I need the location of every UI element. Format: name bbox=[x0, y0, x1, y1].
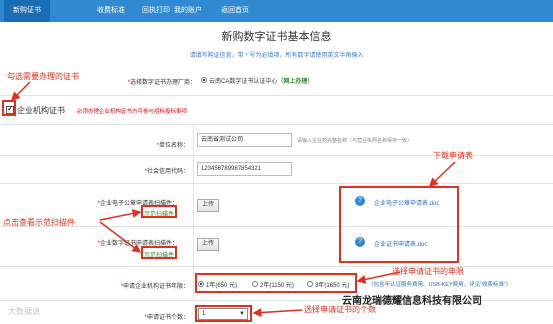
seal-upload-button[interactable]: 上传 bbox=[197, 199, 219, 212]
divider bbox=[0, 124, 553, 125]
annot-choose-cert: 勾选需要办理的证书 bbox=[7, 72, 79, 81]
tab-my-account[interactable]: 我的账户 bbox=[165, 0, 211, 22]
arrow-to-count bbox=[252, 308, 303, 318]
highlight-cert-sample bbox=[141, 246, 177, 259]
column-divider bbox=[193, 124, 194, 300]
divider bbox=[0, 95, 553, 96]
unit-name-label: *单位名称： bbox=[156, 143, 189, 149]
highlight-seal-sample bbox=[141, 205, 177, 218]
tab-fee-standard[interactable]: 收费标准 bbox=[88, 0, 134, 22]
arrow-to-seal-sample bbox=[99, 209, 142, 221]
ca-radio[interactable] bbox=[201, 77, 207, 83]
page-subtitle: 请填写购证信息，带 * 号为必填项，所有数字请使用英文半角输入 bbox=[189, 53, 364, 59]
highlight-checkbox bbox=[2, 100, 16, 116]
unit-name-hint: 请输入企业的完整名称（与营业执照名称保持一致） bbox=[297, 138, 413, 144]
watermark-left: 大数据说 bbox=[8, 307, 40, 316]
enterprise-cert-label: 企业机构证书 bbox=[17, 106, 65, 115]
unit-name-input[interactable]: 云南省测试公司 bbox=[197, 133, 292, 147]
page-title: 新购数字证书基本信息 bbox=[221, 31, 332, 43]
highlight-years bbox=[195, 273, 357, 293]
annot-download-form: 下载申请表 bbox=[433, 151, 473, 160]
years-label: *申请企业机构证书年限： bbox=[120, 284, 189, 290]
tab-back-home[interactable]: 返回首页 bbox=[212, 0, 258, 22]
divider bbox=[0, 183, 553, 184]
ca-option: 云南CA数字证书认证中心（网上办理） bbox=[209, 79, 314, 85]
highlight-doc-downloads bbox=[339, 186, 459, 263]
annot-view-sample: 点击查看示范扫描件 bbox=[3, 218, 75, 227]
years-fee-note: （包含年认证服务费用、USB-KEY费用，详见“收费标准”） bbox=[368, 282, 512, 288]
top-nav: 新购证书 收费标准 回执打印 我的账户 返回首页 bbox=[0, 0, 553, 22]
tab-new-cert[interactable]: 新购证书 bbox=[4, 0, 50, 22]
divider bbox=[0, 266, 553, 267]
credit-code-label: *社会信用代码： bbox=[144, 169, 189, 175]
highlight-count bbox=[195, 305, 252, 322]
cert-upload-button[interactable]: 上传 bbox=[197, 238, 219, 251]
enterprise-cert-note: 必须办理企业机构证书方可参与招标投标事项 bbox=[77, 109, 188, 115]
divider bbox=[0, 226, 553, 227]
watermark-right: 云南龙瑞德耀信息科技有限公司 bbox=[342, 296, 482, 307]
credit-code-input[interactable]: 123456789987654321 bbox=[197, 162, 292, 176]
annot-choose-years: 选择申请证书的年限 bbox=[392, 267, 464, 276]
